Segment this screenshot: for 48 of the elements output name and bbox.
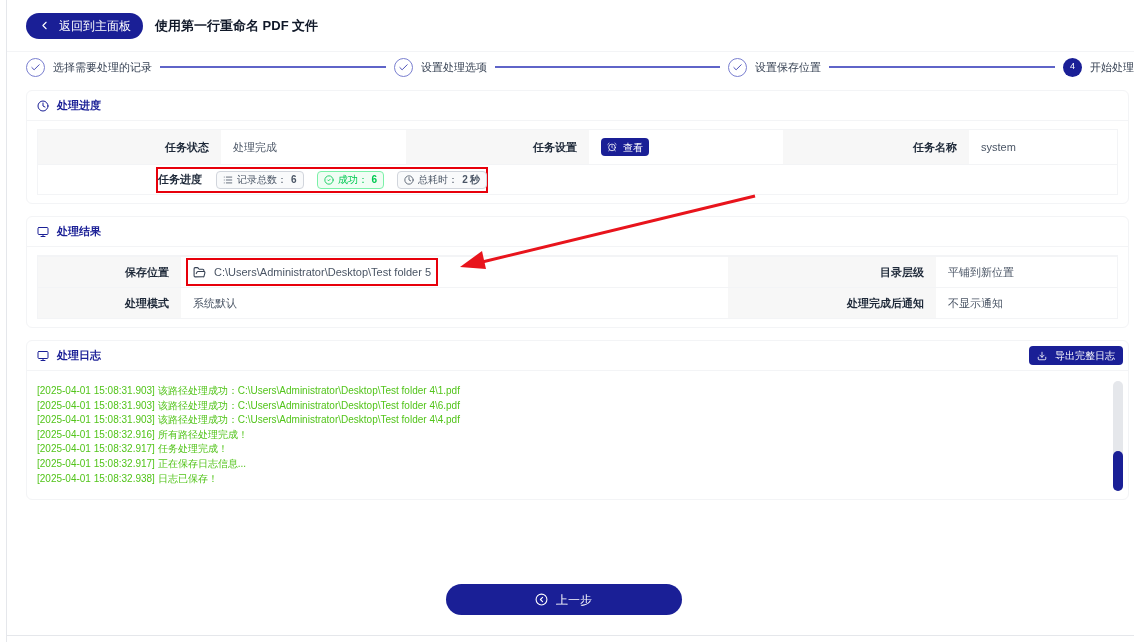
previous-step-button[interactable]: 上一步 — [445, 584, 682, 615]
alarm-icon — [607, 142, 617, 152]
field-label: 目录层级 — [728, 256, 936, 287]
page-title: 使用第一行重命名 PDF 文件 — [155, 16, 319, 35]
field-value: 不显示通知 — [936, 287, 1117, 318]
log-line: [2025-04-01 15:08:32.916] 所有路径处理完成！ — [37, 427, 249, 442]
field-value: C:\Users\Administrator\Desktop\Test folder 5 — [214, 264, 432, 280]
chevron-circle-left-icon — [535, 593, 548, 606]
field-label: 处理模式 — [38, 287, 181, 318]
clock-icon — [37, 99, 49, 112]
log-line: [2025-04-01 15:08:31.903] 该路径处理成功：C:\Users\Administrator\Desktop\Test folder 4\4.pdf — [37, 413, 461, 428]
scrollbar[interactable] — [1113, 381, 1123, 491]
stat-chip: 记录总数： 6 — [216, 170, 304, 189]
field-label: 任务进度 — [158, 172, 202, 188]
step-number: 4 — [1063, 57, 1082, 77]
monitor-icon — [37, 225, 49, 238]
field-label: 任务名称 — [783, 130, 969, 164]
field-value: 系统默认 — [192, 295, 237, 311]
step-label: 设置处理选项 — [420, 59, 487, 75]
folder-icon — [193, 265, 206, 279]
clock-icon — [404, 174, 415, 185]
field-value: 平铺到新位置 — [936, 256, 1117, 287]
field-label: 处理完成后通知 — [728, 287, 936, 318]
log-line: [2025-04-01 15:08:32.917] 任务处理完成！ — [37, 442, 229, 457]
log-line: [2025-04-01 15:08:31.903] 该路径处理成功：C:\Users\Administrator\Desktop\Test folder 4\1.pdf — [37, 384, 461, 398]
back-button[interactable]: 返回到主面板 — [26, 12, 143, 39]
log-line: [2025-04-01 15:08:32.917] 正在保存日志信息... — [37, 456, 247, 471]
field-label: 任务状态 — [38, 130, 221, 164]
field-value: 处理完成 — [232, 139, 278, 155]
step-label: 设置保存位置 — [755, 59, 822, 75]
section-title: 处理结果 — [57, 224, 101, 240]
log-line: [2025-04-01 15:08:32.938] 日志已保存！ — [37, 471, 219, 486]
field-label: 任务设置 — [406, 130, 589, 164]
list-icon — [223, 174, 233, 185]
step-label: 开始处理 — [1090, 59, 1134, 75]
check-circle-icon — [323, 174, 334, 185]
export-log-button[interactable]: 导出完整日志 — [1029, 346, 1123, 365]
section-title: 处理日志 — [57, 348, 101, 364]
stat-chip: 总耗时： 2 秒 — [397, 170, 488, 189]
download-icon — [1037, 350, 1047, 361]
step-label: 选择需要处理的记录 — [53, 59, 152, 75]
stat-chip: 成功： 6 — [316, 170, 385, 189]
section-title: 处理进度 — [57, 98, 101, 114]
log-line: [2025-04-01 15:08:31.903] 该路径处理成功：C:\Users\Administrator\Desktop\Test folder 4\6.pdf — [37, 398, 461, 413]
field-value: system — [980, 139, 1017, 155]
view-button[interactable]: 查看 — [601, 138, 649, 156]
monitor-icon — [37, 349, 49, 362]
field-label: 保存位置 — [38, 256, 181, 287]
